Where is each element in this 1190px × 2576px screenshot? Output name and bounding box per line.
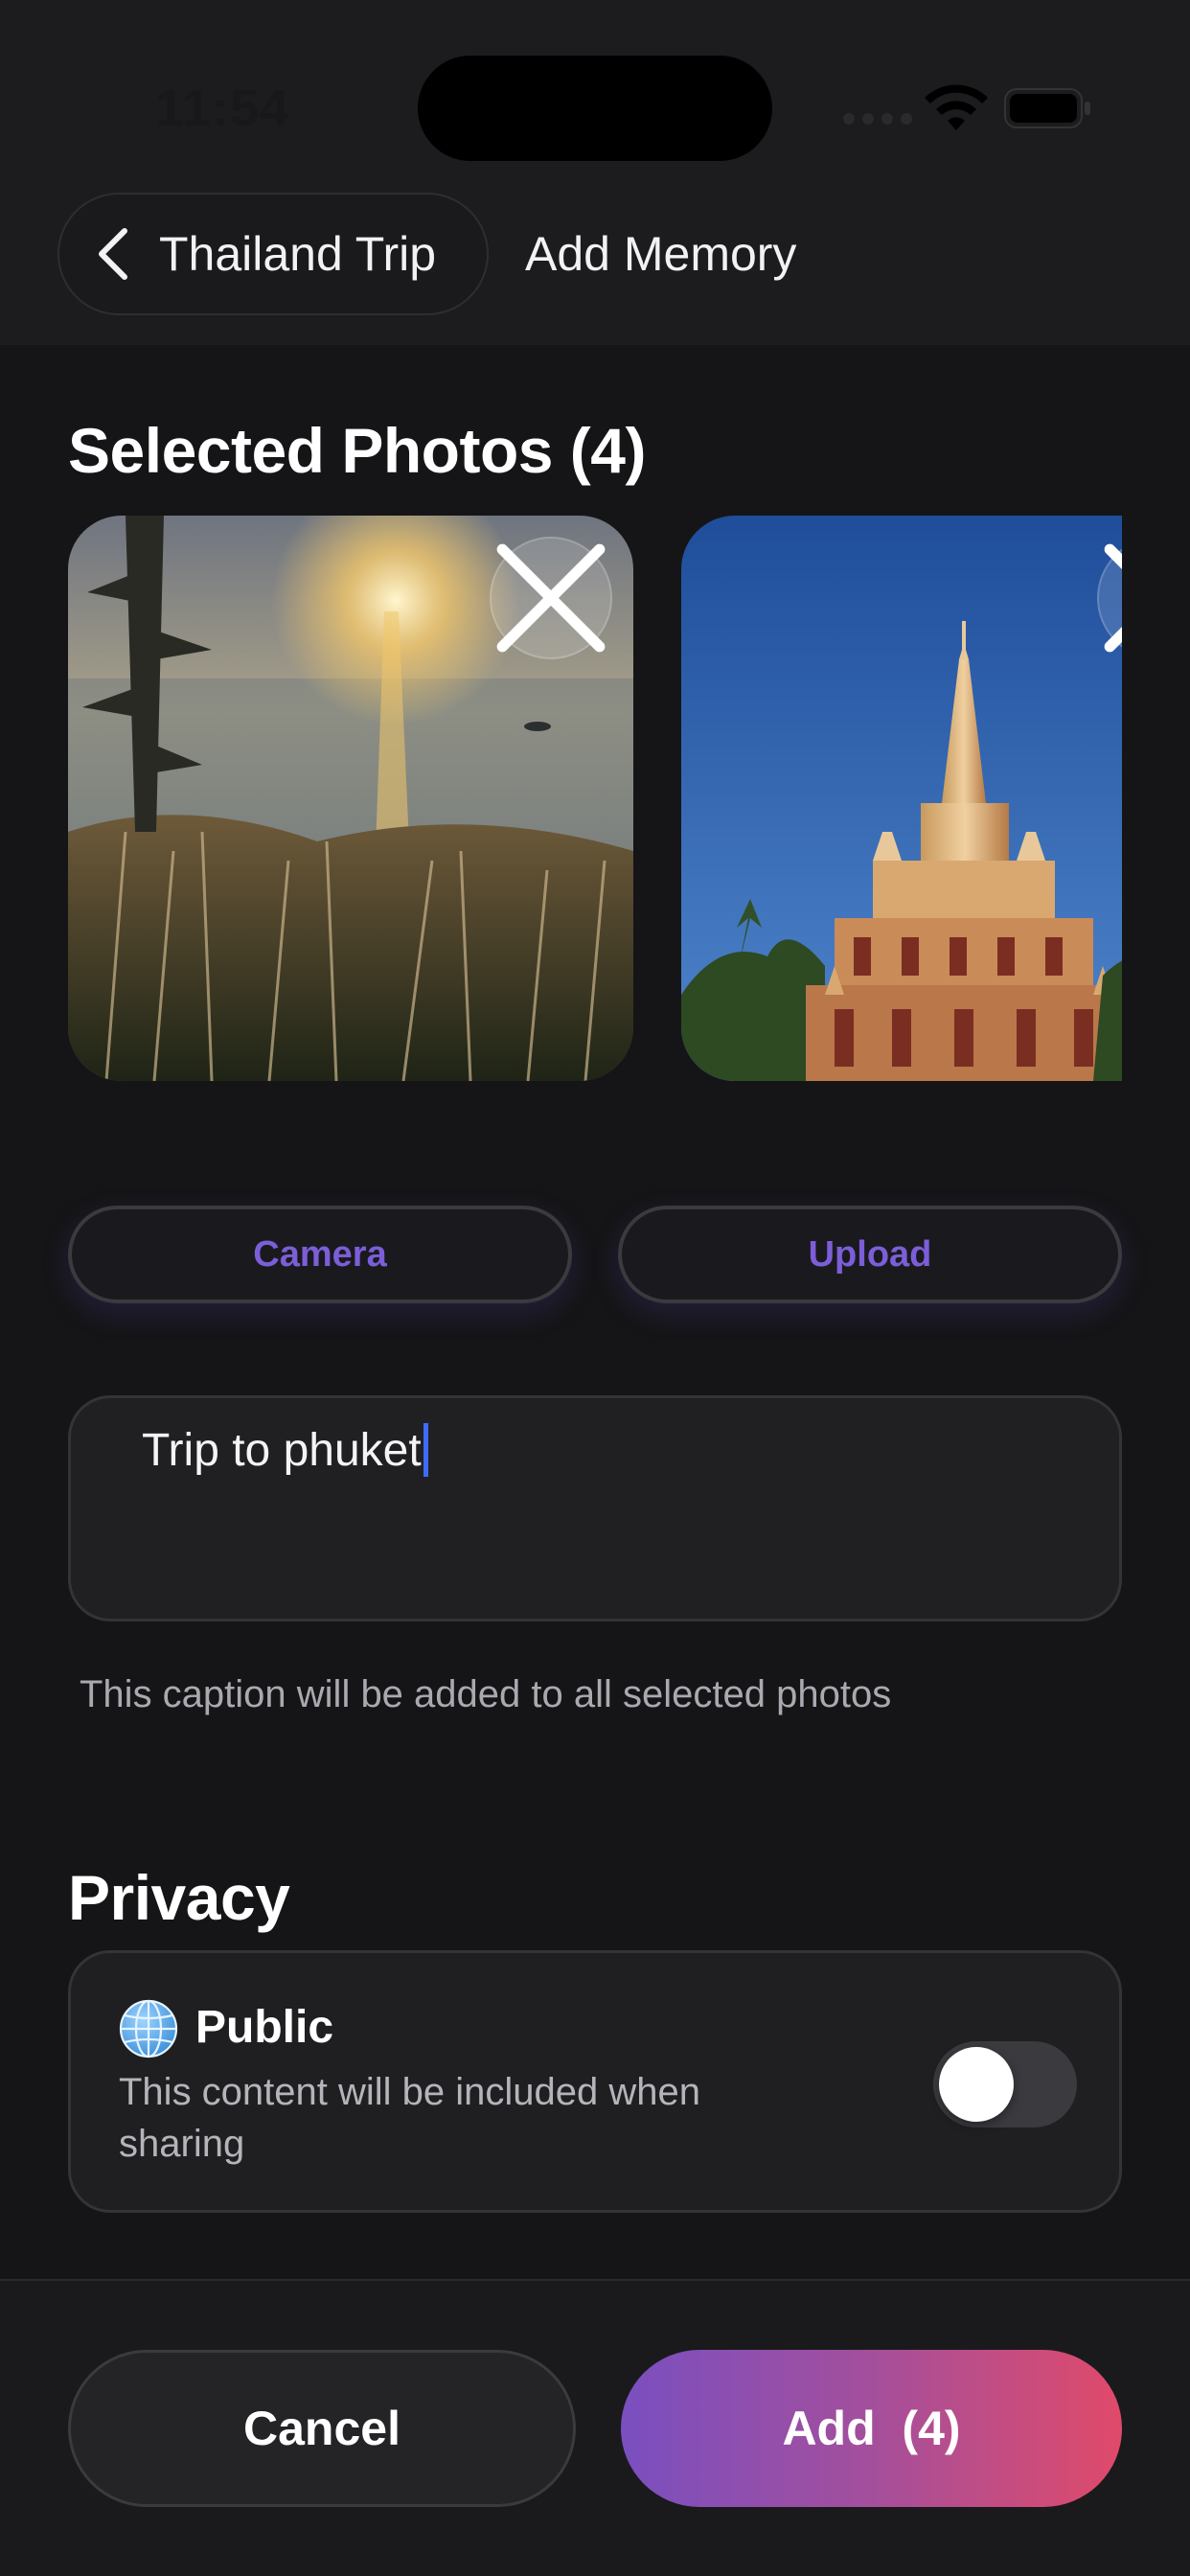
close-icon bbox=[1104, 543, 1122, 653]
privacy-heading: Privacy bbox=[68, 1862, 290, 1933]
chevron-left-icon bbox=[99, 228, 127, 280]
page-title: Add Memory bbox=[525, 227, 797, 281]
temple-photo bbox=[681, 516, 1122, 1081]
caption-input[interactable]: Trip to phuket bbox=[68, 1395, 1122, 1622]
cancel-button[interactable]: Cancel bbox=[68, 2350, 576, 2507]
caption-field[interactable]: Trip to phuket bbox=[142, 1415, 428, 1484]
photo-thumbnail[interactable] bbox=[68, 516, 633, 1081]
photo-thumbnail[interactable] bbox=[681, 516, 1122, 1081]
privacy-option-description: This content will be included when shari… bbox=[119, 2071, 701, 2165]
privacy-option-card[interactable]: Public This content will be included whe… bbox=[68, 1950, 1122, 2213]
text-cursor bbox=[423, 1423, 428, 1477]
remove-photo-button[interactable] bbox=[490, 537, 612, 659]
top-chrome: 11:54 Thailand Trip Add Memory bbox=[0, 0, 1190, 345]
upload-button[interactable]: Upload bbox=[618, 1206, 1122, 1303]
caption-hint: This caption will be added to all select… bbox=[80, 1673, 892, 1715]
remove-photo-button[interactable] bbox=[1097, 537, 1122, 659]
wifi-icon bbox=[925, 84, 988, 130]
camera-button[interactable]: Camera bbox=[68, 1206, 572, 1303]
toggle-knob bbox=[939, 2047, 1014, 2122]
cellular-signal-icon bbox=[843, 113, 912, 125]
add-button[interactable]: Add (4) bbox=[621, 2350, 1122, 2507]
public-toggle[interactable] bbox=[933, 2041, 1077, 2128]
dynamic-island bbox=[418, 56, 772, 161]
back-button[interactable]: Thailand Trip bbox=[57, 193, 489, 315]
status-time: 11:54 bbox=[155, 80, 290, 137]
photo-carousel[interactable] bbox=[68, 516, 1122, 1081]
bottom-action-bar: Cancel Add (4) bbox=[0, 2279, 1190, 2576]
caption-value: Trip to phuket bbox=[142, 1424, 422, 1476]
selected-photos-heading: Selected Photos (4) bbox=[68, 415, 646, 486]
globe-icon bbox=[119, 1999, 178, 2058]
battery-icon bbox=[1004, 88, 1090, 128]
back-button-label: Thailand Trip bbox=[159, 227, 437, 281]
close-icon bbox=[496, 543, 606, 653]
privacy-option-label: Public bbox=[195, 2002, 334, 2053]
